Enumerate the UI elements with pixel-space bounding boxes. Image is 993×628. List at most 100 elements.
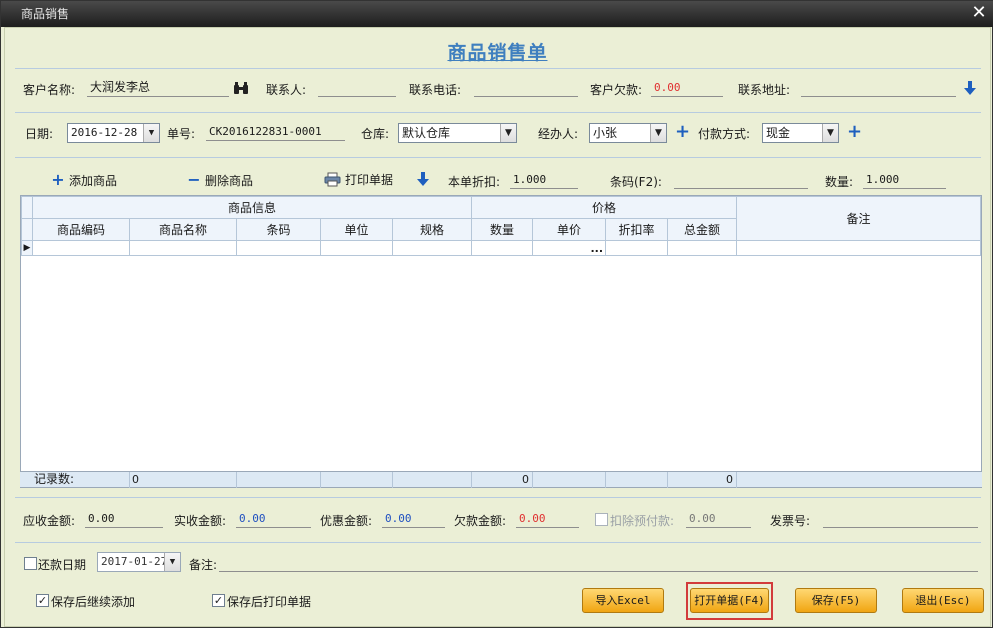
column-header-code[interactable]: 商品编码 [32,218,130,241]
grid-footer: 记录数: 0 0 0 [20,471,982,488]
cell-barcode[interactable] [236,240,321,256]
handler-select[interactable]: 小张 ▼ [589,123,667,143]
owed-label: 欠款金额: [454,514,507,528]
date-picker[interactable]: 2016-12-28 ▼ [67,123,160,143]
group-header-product: 商品信息 [31,196,473,219]
order-number-field[interactable]: CK2016122831-0001 [206,123,345,141]
date-value: 2016-12-28 [71,126,138,139]
cell-code[interactable] [32,240,130,256]
warehouse-select[interactable]: 默认仓库 ▼ [398,123,517,143]
customer-name-label: 客户名称: [23,83,76,97]
barcode-field[interactable] [674,171,808,189]
warehouse-value: 默认仓库 [402,126,451,140]
payment-select[interactable]: 现金 ▼ [762,123,839,143]
note-label: 备注: [189,558,218,572]
address-field[interactable] [801,79,956,97]
save-button[interactable]: 保存(F5) [795,588,877,613]
column-header-unit[interactable]: 单位 [320,218,393,241]
repay-checkbox[interactable] [24,557,37,570]
column-header-name[interactable]: 商品名称 [129,218,237,241]
chevron-down-icon[interactable]: ▼ [650,124,666,142]
contact-label: 联系人: [266,83,307,97]
print-after-checkbox[interactable]: ✓ [212,594,225,607]
add-payment-icon[interactable]: + [847,123,862,141]
column-header-price[interactable]: 单价 [532,218,607,241]
add-product-button[interactable]: + 添加商品 [51,171,117,189]
cell-discount[interactable] [605,240,669,256]
delete-product-button[interactable]: − 删除商品 [187,171,253,189]
arrow-down-icon[interactable] [416,171,430,187]
table-row[interactable]: ▶ ... [21,240,981,256]
chevron-down-icon[interactable]: ▼ [822,124,838,142]
print-button[interactable]: 打印单据 [324,171,393,189]
contact-field[interactable] [318,79,396,97]
cell-price-ellipsis-button[interactable]: ... [532,240,607,256]
product-grid[interactable]: 商品信息 价格 备注 商品编码 商品名称 条码 单位 规格 数量 单价 折扣率 … [20,195,982,488]
handler-label: 经办人: [538,127,579,141]
footer-cell [533,472,606,488]
corner-cell [21,218,33,241]
corner-cell [21,196,33,219]
qty-label: 数量: [825,175,854,189]
repay-date-label: 还款日期 [38,558,87,572]
divider [15,542,981,543]
qty-field[interactable]: 1.000 [863,171,946,189]
page-title: 商品销售单 [447,42,548,64]
column-header-qty[interactable]: 数量 [471,218,534,241]
delete-product-label: 删除商品 [205,174,254,188]
cell-unit[interactable] [320,240,393,256]
discount-field[interactable]: 1.000 [510,171,578,189]
repay-date-value: 2017-01-27 [101,555,168,568]
column-header-total[interactable]: 总金额 [667,218,738,241]
cell-qty[interactable] [471,240,534,256]
received-label: 实收金额: [174,514,227,528]
note-field[interactable] [219,554,978,572]
continue-label: 保存后继续添加 [51,595,136,609]
add-handler-icon[interactable]: + [675,123,690,141]
prepay-checkbox[interactable] [595,513,608,526]
chevron-down-icon[interactable]: ▼ [143,124,159,142]
phone-field[interactable] [474,79,578,97]
receivable-field[interactable]: 0.00 [85,510,163,528]
debt-value: 0.00 [651,79,723,97]
import-excel-button[interactable]: 导入Excel [582,588,664,613]
column-header-spec[interactable]: 规格 [391,218,473,241]
discount-amount-field[interactable]: 0.00 [382,510,445,528]
cell-name[interactable] [129,240,237,256]
date-label: 日期: [25,127,54,141]
divider [15,112,981,113]
plus-icon: + [51,170,65,189]
receivable-label: 应收金额: [23,514,76,528]
repay-date-picker[interactable]: 2017-01-27 ▼ [97,552,181,572]
column-header-discount[interactable]: 折扣率 [605,218,669,241]
printer-icon [324,172,342,192]
footer-qty-total: 0 [472,472,533,488]
group-header-price: 价格 [471,196,738,219]
record-count-value: 0 [130,472,237,488]
payment-label: 付款方式: [698,127,751,141]
print-label: 打印单据 [345,173,394,187]
row-pointer-icon: ▶ [21,240,33,256]
title-bar: 商品销售 ✕ [1,1,993,27]
cell-notes[interactable] [736,240,981,256]
cell-spec[interactable] [391,240,473,256]
cell-total[interactable] [667,240,738,256]
binoculars-icon[interactable] [233,81,249,95]
order-number-label: 单号: [167,127,196,141]
continue-checkbox[interactable]: ✓ [36,594,49,607]
exit-button[interactable]: 退出(Esc) [902,588,984,613]
prepay-label: 扣除预付款: [610,514,675,528]
invoice-label: 发票号: [770,514,811,528]
customer-name-field[interactable]: 大润发李总 [87,79,229,97]
close-icon[interactable]: ✕ [970,3,988,23]
column-header-barcode[interactable]: 条码 [236,218,321,241]
chevron-down-icon[interactable]: ▼ [500,124,516,142]
column-header-notes[interactable]: 备注 [736,196,981,241]
chevron-down-icon[interactable]: ▼ [164,553,180,571]
received-field[interactable]: 0.00 [236,510,311,528]
sales-window: 商品销售 ✕ 商品销售单 客户名称: 大润发李总 联系人: 联系电话: 客户欠款… [0,0,993,628]
address-label: 联系地址: [738,83,791,97]
invoice-field[interactable] [823,510,978,528]
arrow-down-icon[interactable] [963,80,977,96]
discount-label: 本单折扣: [448,175,501,189]
